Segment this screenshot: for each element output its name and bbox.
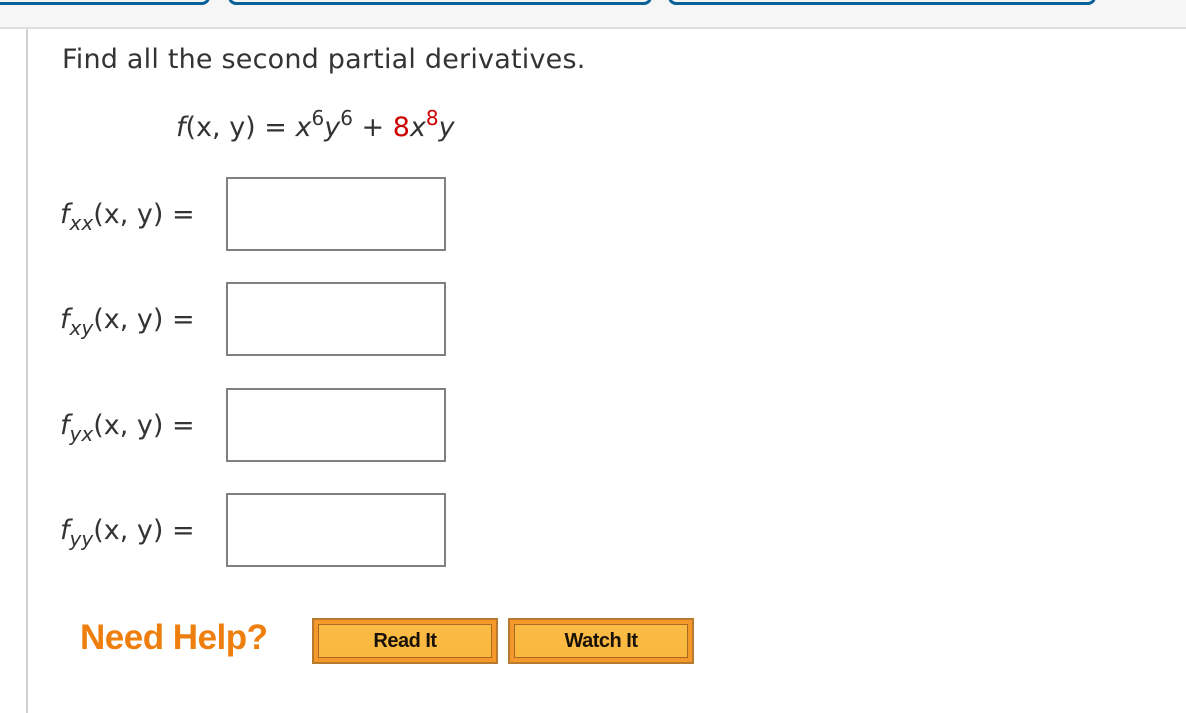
term1-y-exponent: 6 [340,106,353,130]
watch-it-button-label[interactable]: Watch It [514,624,688,658]
equals-sign: = [255,112,296,143]
answer-label-fxy: fxy(x, y) = [60,304,195,338]
watch-it-button[interactable]: Watch It [508,618,694,664]
label-f: f [60,199,70,230]
term2-x-exponent: 8 [425,106,439,130]
label-subscript: yy [69,527,94,551]
label-subscript: yx [69,422,94,446]
fyx-answer-input[interactable] [226,388,446,462]
label-equals: = [163,199,195,230]
function-name: f [176,112,186,143]
label-subscript: xx [69,211,94,235]
term2-x: x [409,112,426,143]
label-args: (x, y) [93,410,164,441]
label-args: (x, y) [93,515,164,546]
label-equals: = [163,515,195,546]
left-divider [26,29,28,713]
read-it-button[interactable]: Read It [312,618,498,664]
label-f: f [60,304,70,335]
function-definition: f(x, y) = x6y6 + 8x8y [176,108,455,143]
fyy-answer-input[interactable] [226,493,446,567]
function-args: (x, y) [185,112,256,143]
term2-y: y [438,112,455,143]
label-args: (x, y) [93,199,164,230]
term1-y: y [324,112,341,143]
answer-row-fyy: fyy(x, y) = [60,493,460,571]
answer-row-fyx: fyx(x, y) = [60,388,460,466]
term1-x: x [295,112,312,143]
top-tab-3[interactable] [668,0,1096,5]
label-f: f [60,515,70,546]
term1-x-exponent: 6 [311,106,325,130]
label-args: (x, y) [93,304,164,335]
answer-row-fxy: fxy(x, y) = [60,282,460,360]
label-equals: = [163,410,195,441]
answer-row-fxx: fxx(x, y) = [60,177,460,255]
label-f: f [60,410,70,441]
plus-sign: + [352,112,393,143]
top-navigation-strip [0,0,1186,29]
question-prompt: Find all the second partial derivatives. [62,44,586,75]
top-tab-1[interactable] [0,0,210,5]
read-it-button-label[interactable]: Read It [318,624,492,658]
need-help-label: Need Help? [80,618,268,657]
label-subscript: xy [69,316,94,340]
label-equals: = [163,304,195,335]
fxy-answer-input[interactable] [226,282,446,356]
fxx-answer-input[interactable] [226,177,446,251]
top-tab-2[interactable] [228,0,652,5]
answer-label-fxx: fxx(x, y) = [60,199,195,233]
answer-label-fyx: fyx(x, y) = [60,410,195,444]
answer-label-fyy: fyy(x, y) = [60,515,195,549]
term2-coefficient: 8 [392,112,410,143]
